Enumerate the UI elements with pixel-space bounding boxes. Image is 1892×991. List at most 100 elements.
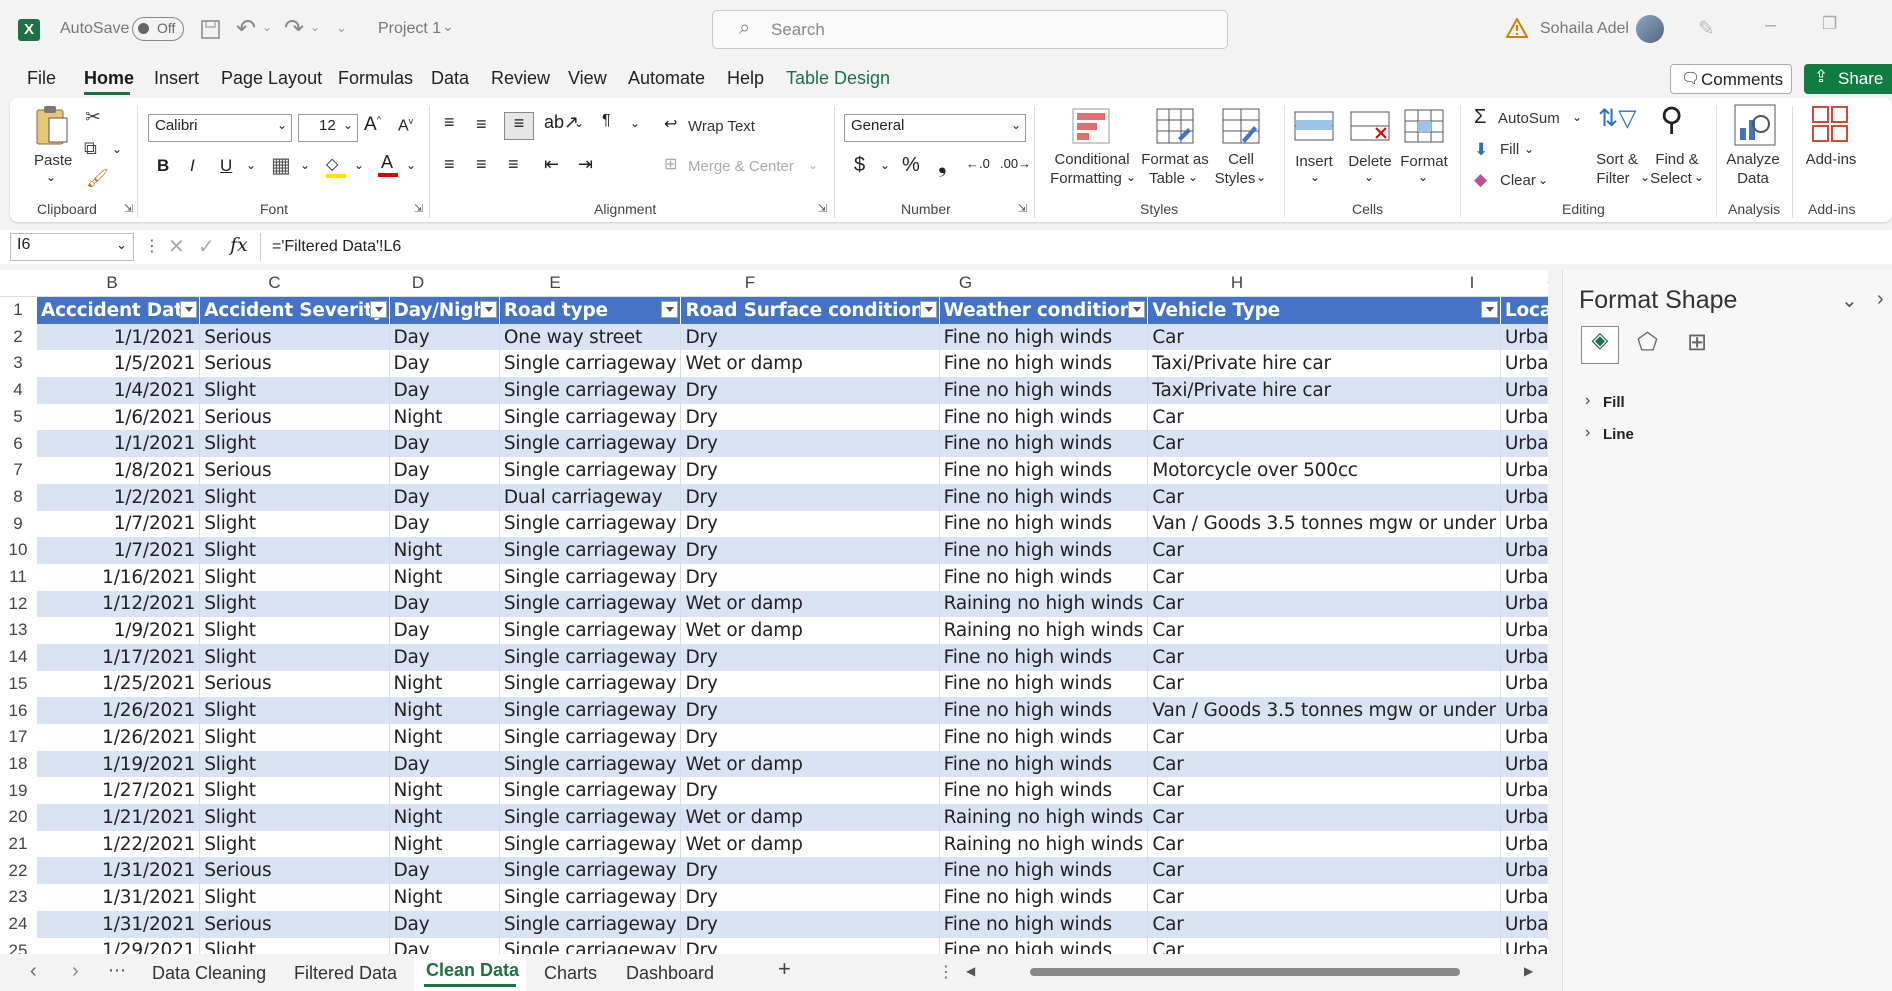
column-header-i[interactable]: I: [1407, 270, 1537, 296]
table-cell[interactable]: Single carriageway: [499, 670, 682, 698]
table-cell[interactable]: Urban: [1500, 750, 1548, 778]
table-cell[interactable]: Urban: [1500, 857, 1548, 885]
row-header[interactable]: 5: [0, 404, 36, 430]
table-cell[interactable]: Night: [389, 537, 500, 564]
analyze-data-label-1[interactable]: Analyze: [1722, 150, 1784, 169]
tab-review[interactable]: Review: [491, 68, 550, 89]
table-cell[interactable]: Single carriageway: [499, 804, 682, 831]
table-cell[interactable]: Single carriageway: [499, 403, 682, 431]
row-header[interactable]: 10: [0, 537, 36, 563]
table-cell[interactable]: 1/21/2021: [37, 804, 201, 831]
table-cell[interactable]: Single carriageway: [499, 857, 682, 885]
table-cell[interactable]: 1/29/2021: [37, 937, 201, 954]
row-header[interactable]: 8: [0, 484, 36, 510]
cut-icon[interactable]: ✂: [85, 106, 101, 129]
row-header[interactable]: 4: [0, 377, 36, 403]
delete-dropdown-icon[interactable]: ⌄: [1364, 170, 1374, 184]
table-cell[interactable]: Urban: [1500, 697, 1548, 724]
underline-icon[interactable]: U: [220, 156, 232, 176]
align-bottom-icon[interactable]: ≡: [504, 112, 534, 140]
increase-decimal-icon[interactable]: ←.0: [966, 156, 990, 171]
fill-dropdown-icon[interactable]: ⌄: [1524, 142, 1534, 156]
table-cell[interactable]: Car: [1147, 643, 1501, 671]
table-cell[interactable]: Car: [1147, 617, 1501, 644]
table-cell[interactable]: Single carriageway: [499, 910, 682, 938]
autosum-button[interactable]: AutoSum: [1498, 110, 1560, 127]
share-button[interactable]: ⇪ Share: [1804, 64, 1892, 94]
row-header[interactable]: 6: [0, 431, 36, 457]
table-cell[interactable]: Day: [389, 457, 500, 484]
currency-dropdown-icon[interactable]: ⌄: [880, 158, 890, 172]
column-header-g[interactable]: G: [864, 270, 1067, 296]
table-cell[interactable]: Serious: [199, 350, 390, 378]
table-cell[interactable]: Urban: [1500, 457, 1548, 484]
vertical-scrollbar[interactable]: ▲ ▼: [1544, 270, 1548, 954]
table-cell[interactable]: Van / Goods 3.5 tonnes mgw or under: [1147, 697, 1501, 724]
format-cells-icon[interactable]: [1404, 106, 1444, 144]
project-name[interactable]: Project 1: [378, 20, 441, 38]
table-cell[interactable]: Car: [1147, 910, 1501, 938]
table-cell[interactable]: Raining no high winds: [939, 590, 1149, 618]
table-cell[interactable]: Day: [389, 590, 500, 618]
tab-split-handle-icon[interactable]: ⋮: [938, 962, 954, 982]
project-dropdown-icon[interactable]: ⌄: [442, 18, 454, 35]
table-cell[interactable]: Dry: [680, 510, 940, 538]
table-cell[interactable]: Slight: [199, 697, 390, 724]
table-cell[interactable]: Day: [389, 430, 500, 458]
font-launcher-icon[interactable]: ⇲: [414, 202, 423, 215]
filter-dropdown-icon[interactable]: [1128, 301, 1146, 318]
row-header[interactable]: 17: [0, 724, 36, 750]
table-cell[interactable]: Urban: [1500, 483, 1548, 511]
table-cell[interactable]: 1/6/2021: [37, 403, 201, 431]
table-cell[interactable]: Car: [1147, 724, 1501, 751]
tab-help[interactable]: Help: [727, 68, 764, 89]
merge-dropdown-icon[interactable]: ⌄: [808, 158, 818, 172]
table-cell[interactable]: Wet or damp: [680, 617, 940, 644]
table-cell[interactable]: Fine no high winds: [939, 403, 1149, 431]
table-cell[interactable]: Single carriageway: [499, 830, 682, 858]
table-cell[interactable]: 1/5/2021: [37, 350, 201, 378]
table-cell[interactable]: Car: [1147, 403, 1501, 431]
align-middle-icon[interactable]: ≡: [476, 114, 487, 135]
merge-center-icon[interactable]: ⊞: [664, 154, 677, 174]
table-cell[interactable]: Night: [389, 804, 500, 831]
table-cell[interactable]: 1/26/2021: [37, 724, 201, 751]
delete-button[interactable]: Delete: [1346, 152, 1394, 171]
insert-function-icon[interactable]: fx: [230, 234, 248, 256]
table-cell[interactable]: Single carriageway: [499, 617, 682, 644]
table-header-cell[interactable]: Vehicle Type: [1147, 297, 1501, 324]
table-header-cell[interactable]: Acccident Date: [37, 297, 201, 324]
tab-data[interactable]: Data: [431, 68, 469, 89]
scroll-right-icon[interactable]: ▶: [1524, 964, 1533, 978]
paste-dropdown-icon[interactable]: ⌄: [46, 170, 56, 184]
table-cell[interactable]: Dry: [680, 724, 940, 751]
format-button[interactable]: Format: [1396, 152, 1452, 171]
table-cell[interactable]: Single carriageway: [499, 937, 682, 954]
table-cell[interactable]: Fine no high winds: [939, 724, 1149, 751]
tab-home[interactable]: Home: [84, 68, 134, 89]
cell-styles-icon[interactable]: [1222, 108, 1260, 144]
table-cell[interactable]: 1/7/2021: [37, 510, 201, 538]
table-cell[interactable]: Slight: [199, 804, 390, 831]
scroll-up-icon[interactable]: ▲: [1545, 272, 1548, 286]
row-header[interactable]: 18: [0, 751, 36, 777]
table-cell[interactable]: Urban: [1500, 403, 1548, 431]
table-cell[interactable]: Dual carriageway: [499, 483, 682, 511]
table-cell[interactable]: Single carriageway: [499, 643, 682, 671]
table-cell[interactable]: Single carriageway: [499, 884, 682, 911]
filter-dropdown-icon[interactable]: [1480, 301, 1498, 318]
table-cell[interactable]: 1/12/2021: [37, 590, 201, 618]
next-sheet-icon[interactable]: ›: [72, 960, 79, 983]
table-cell[interactable]: Wet or damp: [680, 350, 940, 378]
sheet-tab-clean-data[interactable]: Clean Data: [426, 960, 519, 981]
table-cell[interactable]: Dry: [680, 643, 940, 671]
table-cell[interactable]: Day: [389, 617, 500, 644]
table-cell[interactable]: Urban: [1500, 777, 1548, 805]
table-cell[interactable]: 1/26/2021: [37, 697, 201, 724]
number-launcher-icon[interactable]: ⇲: [1018, 202, 1027, 215]
table-cell[interactable]: Serious: [199, 857, 390, 885]
row-header[interactable]: 15: [0, 671, 36, 697]
table-cell[interactable]: Day: [389, 643, 500, 671]
format-painter-icon[interactable]: 🖌: [86, 168, 109, 189]
table-cell[interactable]: Wet or damp: [680, 750, 940, 778]
